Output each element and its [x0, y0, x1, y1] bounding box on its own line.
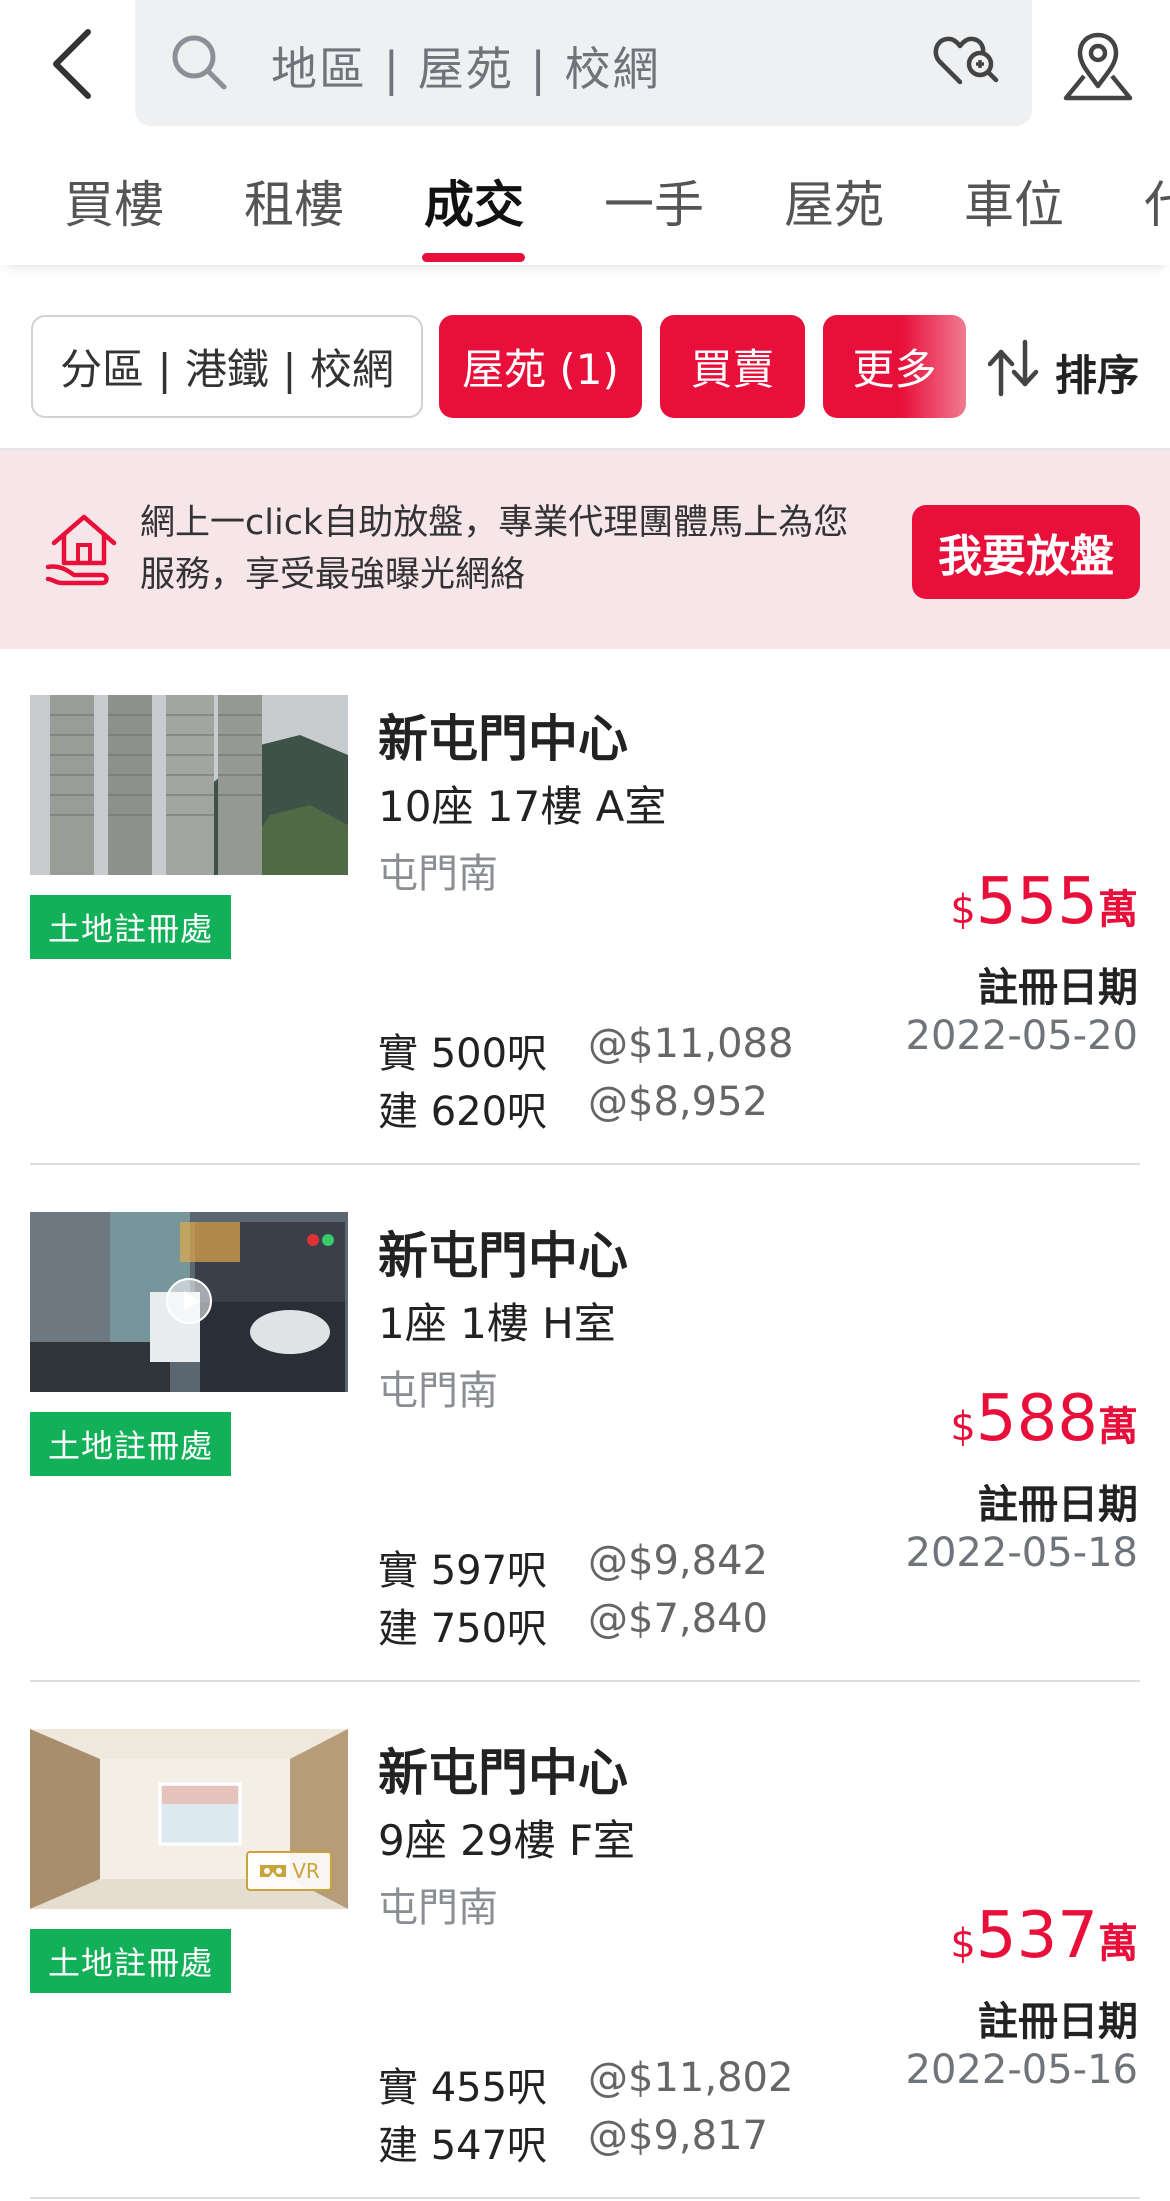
tab-transactions[interactable]: 成交	[424, 165, 524, 237]
district-filter-button[interactable]: 分區 | 港鐵 | 校網	[31, 315, 423, 418]
price-value: 537	[975, 1899, 1098, 1973]
estate-name: 新屯門中心	[378, 1227, 628, 1285]
sort-arrows-icon	[987, 339, 1039, 397]
chevron-left-icon	[53, 29, 91, 99]
price-value: 588	[975, 1382, 1098, 1456]
unit-address: 10座 17樓 A室	[378, 782, 667, 831]
search-input[interactable]: 地區 | 屋苑 | 校網	[135, 0, 1032, 126]
category-tabs: 買樓 租樓 成交 一手 屋苑 車位 代	[0, 145, 1170, 265]
divider	[30, 2197, 1140, 2199]
tab-buy[interactable]: 買樓	[64, 165, 164, 237]
land-registry-badge: 土地註冊處	[30, 895, 231, 959]
land-registry-badge: 土地註冊處	[30, 1412, 231, 1476]
listing-card[interactable]: 土地註冊處 新屯門中心 1座 1樓 H室 屯門南 $588萬 實 597呎 @$…	[0, 1166, 1170, 1682]
listing-photo[interactable]	[30, 695, 348, 875]
listing-photo[interactable]: VR	[30, 1729, 348, 1909]
sort-label: 排序	[1055, 351, 1140, 400]
saleable-area: 實 597呎	[378, 1548, 548, 1594]
price-value: 555	[975, 865, 1098, 939]
price-currency: $	[950, 1404, 976, 1450]
sort-button[interactable]: 排序	[985, 338, 1155, 402]
saleable-price-per-sqft: @$11,802	[588, 2055, 794, 2101]
gross-price-per-sqft: @$8,952	[588, 1079, 768, 1125]
estate-name: 新屯門中心	[378, 1744, 628, 1802]
list-property-button[interactable]: 我要放盤	[912, 505, 1140, 599]
price-unit: 萬	[1098, 1404, 1138, 1450]
price: $588萬	[950, 1382, 1138, 1456]
tab-rent[interactable]: 租樓	[244, 165, 344, 237]
listing-photo[interactable]	[30, 1212, 348, 1392]
tab-estates[interactable]: 屋苑	[784, 165, 884, 237]
listing-card[interactable]: VR 土地註冊處 新屯門中心 9座 29樓 F室 屯門南 $537萬 實 455…	[0, 1683, 1170, 2199]
gross-area-row: 建 750呎 @$7,840	[378, 1596, 768, 1654]
map-pin-icon	[1063, 32, 1133, 101]
back-button[interactable]	[40, 22, 112, 106]
tab-first-hand[interactable]: 一手	[604, 165, 704, 237]
gross-area-row: 建 620呎 @$8,952	[378, 1079, 768, 1137]
listing-card[interactable]: 土地註冊處 新屯門中心 10座 17樓 A室 屯門南 $555萬 實 500呎 …	[0, 649, 1170, 1165]
gross-price-per-sqft: @$9,817	[588, 2113, 768, 2159]
price-unit: 萬	[1098, 1921, 1138, 1967]
price-currency: $	[950, 1921, 976, 1967]
registration-date: 2022-05-20	[905, 1013, 1138, 1059]
saleable-area-row: 實 597呎 @$9,842	[378, 1538, 768, 1596]
price: $555萬	[950, 865, 1138, 939]
vr-label: VR	[292, 1859, 320, 1883]
saleable-area: 實 455呎	[378, 2065, 548, 2111]
active-tab-indicator	[422, 253, 525, 262]
more-filter-button[interactable]: 更多	[823, 315, 966, 418]
district-name: 屯門南	[378, 1368, 498, 1414]
district-name: 屯門南	[378, 851, 498, 897]
price-unit: 萬	[1098, 887, 1138, 933]
house-hand-icon	[45, 514, 117, 586]
saleable-price-per-sqft: @$9,842	[588, 1538, 768, 1584]
registration-date-label: 註冊日期	[978, 965, 1138, 1011]
divider	[30, 1680, 1140, 1682]
registration-date: 2022-05-16	[905, 2047, 1138, 2093]
saleable-area-row: 實 455呎 @$11,802	[378, 2055, 793, 2113]
vr-badge[interactable]: VR	[246, 1851, 332, 1891]
gross-area: 建 750呎	[378, 1606, 548, 1652]
search-placeholder: 地區 | 屋苑 | 校網	[271, 42, 661, 96]
registration-date: 2022-05-18	[905, 1530, 1138, 1576]
gross-area-row: 建 547呎 @$9,817	[378, 2113, 768, 2171]
district-name: 屯門南	[378, 1885, 498, 1931]
price-currency: $	[950, 887, 976, 933]
price: $537萬	[950, 1899, 1138, 1973]
saleable-area: 實 500呎	[378, 1031, 548, 1077]
unit-address: 1座 1樓 H室	[378, 1299, 616, 1348]
land-registry-badge: 土地註冊處	[30, 1929, 231, 1993]
play-video-icon[interactable]	[165, 1277, 213, 1325]
promo-banner: 網上一click自助放盤，專業代理團體馬上為您服務，享受最強曝光網絡 我要放盤	[0, 451, 1170, 649]
gross-area: 建 547呎	[378, 2123, 548, 2169]
deal-type-filter-button[interactable]: 買賣	[660, 315, 805, 418]
tab-agents[interactable]: 代	[1144, 165, 1170, 237]
map-button[interactable]	[1058, 26, 1138, 106]
promo-text: 網上一click自助放盤，專業代理團體馬上為您服務，享受最強曝光網絡	[140, 503, 849, 595]
unit-address: 9座 29樓 F室	[378, 1816, 636, 1865]
filter-bar: 分區 | 港鐵 | 校網 屋苑 (1) 買賣 更多 排序	[0, 290, 1170, 451]
gross-price-per-sqft: @$7,840	[588, 1596, 768, 1642]
top-bar: 地區 | 屋苑 | 校網	[0, 0, 1170, 130]
divider	[30, 1163, 1140, 1165]
registration-date-label: 註冊日期	[978, 1482, 1138, 1528]
heart-search-icon[interactable]	[930, 26, 1002, 98]
search-icon	[172, 35, 227, 90]
registration-date-label: 註冊日期	[978, 1999, 1138, 2045]
estate-name: 新屯門中心	[378, 710, 628, 768]
estate-filter-button[interactable]: 屋苑 (1)	[439, 315, 642, 418]
tab-parking[interactable]: 車位	[964, 165, 1064, 237]
vr-goggles-icon	[260, 1865, 287, 1877]
gross-area: 建 620呎	[378, 1089, 548, 1135]
saleable-price-per-sqft: @$11,088	[588, 1021, 794, 1067]
saleable-area-row: 實 500呎 @$11,088	[378, 1021, 793, 1079]
